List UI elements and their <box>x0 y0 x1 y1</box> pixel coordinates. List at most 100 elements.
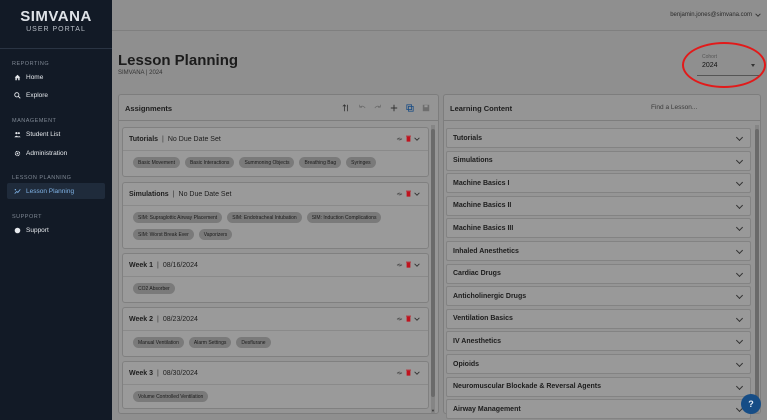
assignments-title: Assignments <box>125 104 173 113</box>
lesson-chips: CO2 Absorber <box>133 283 423 294</box>
lesson-category[interactable]: Machine Basics I <box>446 173 751 194</box>
assignment-due-date: 08/30/2024 <box>162 370 198 377</box>
people-icon <box>14 131 21 137</box>
lesson-chip[interactable]: Basic Interactions <box>184 157 235 168</box>
sidebar-item-student-list[interactable]: Student List <box>7 126 105 142</box>
sidebar-divider <box>0 48 112 49</box>
user-menu[interactable]: benjamin.jones@simvana.com <box>670 12 761 18</box>
sidebar-item-label: Home <box>26 73 44 81</box>
lesson-chip[interactable]: Volume Controlled Ventilation <box>133 391 209 402</box>
copy-button[interactable] <box>405 103 414 112</box>
lesson-chip[interactable]: SIM: Induction Complications <box>306 212 382 223</box>
lesson-category[interactable]: Tutorials <box>446 128 751 148</box>
page-subtitle: SIMVANA | 2024 <box>118 70 163 76</box>
chevron-down-icon[interactable] <box>414 191 420 197</box>
chevron-down-icon <box>735 314 744 322</box>
visibility-off-icon[interactable] <box>396 262 403 268</box>
sidebar-item-home[interactable]: Home <box>7 69 105 85</box>
lesson-chips: SIM: Supraglottic Airway Placement SIM: … <box>133 212 423 240</box>
plus-icon <box>390 104 397 111</box>
assignment-card-actions <box>396 315 420 322</box>
lesson-chip[interactable]: Desflurane <box>236 337 271 348</box>
lesson-category[interactable]: IV Anesthetics <box>446 331 751 352</box>
nav-section-management: MANAGEMENT <box>12 118 57 124</box>
assignment-card-actions <box>396 369 420 376</box>
lesson-category[interactable]: Machine Basics II <box>446 195 751 216</box>
lesson-chip[interactable]: Summoning Objects <box>239 157 295 168</box>
assignment-name: Tutorials <box>129 136 159 143</box>
lesson-chip[interactable]: Syringes <box>346 157 376 168</box>
lesson-category[interactable]: Machine Basics III <box>446 218 751 239</box>
chevron-down-icon[interactable] <box>414 136 420 142</box>
lesson-chip[interactable]: SIM: Supraglottic Airway Placement <box>133 212 223 223</box>
save-button[interactable] <box>421 103 430 112</box>
visibility-off-icon[interactable] <box>396 136 403 142</box>
lesson-category-label: Anticholinergic Drugs <box>453 292 527 300</box>
lesson-chip[interactable]: Manual Ventilation <box>133 337 184 348</box>
delete-icon[interactable] <box>406 369 411 376</box>
assignment-card-title: Tutorials | No Due Date Set <box>129 136 221 143</box>
lesson-category-label: Simulations <box>453 157 493 165</box>
lesson-category[interactable]: Inhaled Anesthetics <box>446 241 751 261</box>
help-circle-icon <box>14 227 21 233</box>
lesson-chip[interactable]: SIM: Endotracheal Intubation <box>227 212 302 223</box>
lesson-chip[interactable]: Vaporizers <box>198 229 233 240</box>
assignment-card[interactable]: Tutorials | No Due Date Set Basic Movement… <box>122 127 429 177</box>
assignment-card[interactable]: Week 3 | 08/30/2024 Volume Controlled Vent… <box>122 361 429 409</box>
assignment-card[interactable]: Week 2 | 08/23/2024 Manual Ventilation Ala… <box>122 307 429 357</box>
delete-icon[interactable] <box>406 190 411 197</box>
redo-button[interactable] <box>373 103 382 112</box>
assignments-panel: Assignments Tutorials | No Due Date Set … <box>118 94 439 414</box>
scrollbar-thumb[interactable] <box>755 129 759 405</box>
lesson-search-input[interactable]: Find a Lesson... <box>651 104 697 111</box>
lesson-category-label: IV Anesthetics <box>453 337 501 345</box>
chevron-down-icon[interactable] <box>414 370 420 376</box>
scrollbar-thumb[interactable] <box>431 129 435 397</box>
sort-button[interactable] <box>341 103 350 112</box>
scroll-down-icon[interactable]: ▼ <box>431 408 435 413</box>
visibility-off-icon[interactable] <box>396 316 403 322</box>
assignment-name: Week 1 <box>129 262 153 269</box>
card-divider <box>123 330 428 331</box>
chevron-down-icon <box>735 292 744 300</box>
sidebar-item-lesson-planning[interactable]: Lesson Planning <box>7 183 105 199</box>
help-button[interactable]: ? <box>741 394 761 414</box>
chevron-down-icon <box>735 201 744 209</box>
assignment-card-title: Week 1 | 08/16/2024 <box>129 262 198 269</box>
learning-content-scrollbar[interactable] <box>755 125 759 413</box>
lesson-chip[interactable]: CO2 Absorber <box>133 283 175 294</box>
lesson-chip[interactable]: Basic Movement <box>133 157 180 168</box>
chevron-down-icon[interactable] <box>414 262 420 268</box>
brand-logo[interactable]: SIMVANA USER PORTAL <box>0 8 112 33</box>
visibility-off-icon[interactable] <box>396 370 403 376</box>
lesson-chip[interactable]: Alarm Settings <box>188 337 232 348</box>
delete-icon[interactable] <box>406 261 411 268</box>
chevron-down-icon <box>735 246 744 255</box>
sidebar-item-administration[interactable]: Administration <box>7 145 105 161</box>
assignment-card[interactable]: Simulations | No Due Date Set SIM: Supragl… <box>122 182 429 249</box>
lesson-category[interactable]: Anticholinergic Drugs <box>446 286 751 307</box>
lesson-chip[interactable]: SIM: Worst Break Ever <box>133 229 194 240</box>
undo-button[interactable] <box>357 103 366 112</box>
visibility-off-icon[interactable] <box>396 191 403 197</box>
lesson-category[interactable]: Opioids <box>446 354 751 374</box>
sidebar-item-explore[interactable]: Explore <box>7 87 105 103</box>
assignment-card[interactable]: Week 1 | 08/16/2024 CO2 Absorber <box>122 253 429 303</box>
assignment-name: Week 3 <box>129 370 153 377</box>
chevron-down-icon[interactable] <box>414 316 420 322</box>
add-button[interactable] <box>389 103 398 112</box>
lesson-category[interactable]: Airway Management <box>446 399 751 420</box>
lesson-category[interactable]: Simulations <box>446 150 751 171</box>
assignments-scrollbar[interactable]: ▼ <box>431 125 435 413</box>
lesson-chips: Manual Ventilation Alarm Settings Desflu… <box>133 337 423 348</box>
delete-icon[interactable] <box>406 135 411 142</box>
lesson-category[interactable]: Ventilation Basics <box>446 308 751 329</box>
delete-icon[interactable] <box>406 315 411 322</box>
card-divider <box>123 384 428 385</box>
lesson-chip[interactable]: Breathing Bag <box>299 157 342 168</box>
sidebar-item-support[interactable]: Support <box>7 222 105 238</box>
sort-icon <box>342 103 348 111</box>
lesson-category[interactable]: Cardiac Drugs <box>446 263 751 284</box>
lesson-category-label: Opioids <box>453 360 480 368</box>
lesson-category[interactable]: Neuromuscular Blockade & Reversal Agents <box>446 376 751 397</box>
